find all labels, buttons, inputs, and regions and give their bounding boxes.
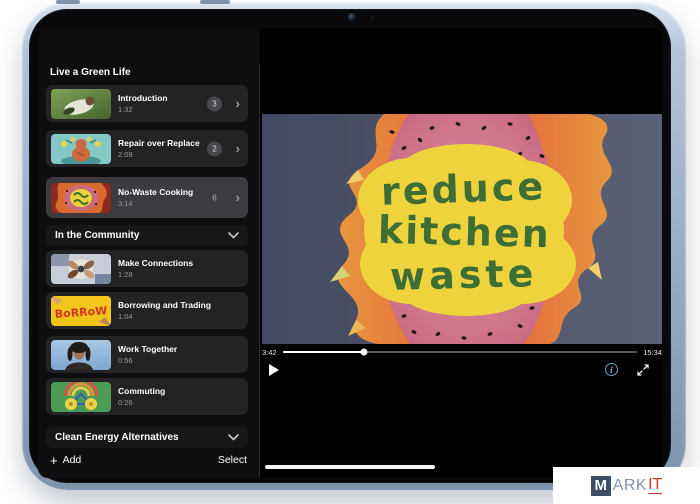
clip-duration: 0:56 [118, 356, 177, 365]
camera-sensor-dot [371, 16, 374, 19]
progress-fill [283, 351, 365, 353]
select-button[interactable]: Select [218, 454, 247, 466]
screen: 9:41 AM Tue Oct 18 100% Done [38, 28, 662, 478]
list-item-make-connections[interactable]: Make Connections 1:28 [46, 250, 248, 287]
clip-count-badge: 2 [207, 141, 222, 156]
chevron-down-icon[interactable] [228, 434, 239, 441]
clip-title: No-Waste Cooking [118, 187, 193, 197]
fullscreen-icon[interactable] [636, 363, 650, 377]
chevron-down-icon[interactable] [228, 232, 239, 239]
overlay-line-3: waste [389, 251, 537, 299]
front-camera [348, 13, 356, 21]
chevron-right-icon[interactable]: › [236, 141, 240, 154]
total-time: 15:34 [643, 348, 662, 357]
home-indicator[interactable] [265, 465, 435, 469]
reduce-kitchen-waste-artwork: reduce kitchen waste [262, 114, 662, 344]
thumbnail-borrow-lettering: BoRRoW [51, 296, 111, 326]
list-item-introduction[interactable]: Introduction 1:32 3 › [46, 85, 248, 122]
clip-duration: 1:28 [118, 270, 193, 279]
list-item-repair-over-replace[interactable]: Repair over Replace 2:09 2 › [46, 130, 248, 167]
clip-title: Make Connections [118, 258, 193, 268]
clip-title: Commuting [118, 386, 165, 396]
chevron-right-icon[interactable]: › [236, 190, 240, 203]
playhead-knob[interactable] [361, 349, 368, 356]
list-item-borrowing-and-trading[interactable]: BoRRoW Borrowing and Trading 1:04 [46, 292, 248, 329]
progress-bar[interactable] [283, 351, 638, 353]
thumbnail-vase-cartoon [51, 134, 111, 164]
chevron-right-icon[interactable]: › [236, 96, 240, 109]
add-clip-button[interactable]: + Add [50, 454, 81, 467]
thumbnail-person-on-grass [51, 89, 111, 119]
player-controls: i [262, 361, 662, 379]
overlay-line-2: kitchen [377, 208, 551, 257]
overlay-line-1: reduce [380, 164, 547, 214]
clip-title: Introduction [118, 93, 168, 103]
top-button [56, 0, 80, 4]
watermark-ark-text: ARK [613, 477, 647, 495]
current-time: 3:42 [262, 348, 277, 357]
clip-duration: 1:04 [118, 312, 211, 321]
clip-title: Work Together [118, 344, 177, 354]
clip-count-badge: 6 [207, 190, 222, 205]
clip-duration: 1:32 [118, 105, 168, 114]
clip-duration: 2:09 [118, 150, 200, 159]
section-title: In the Community [55, 230, 139, 241]
volume-buttons [200, 0, 230, 4]
thumbnail-reduce-kitchen-waste [51, 183, 111, 213]
play-icon[interactable] [269, 364, 279, 376]
plus-icon: + [50, 454, 58, 467]
sidebar-footer: + Add Select [38, 450, 259, 470]
list-item-no-waste-cooking[interactable]: No-Waste Cooking 3:14 6 › [46, 177, 248, 218]
screenshot-stage: 9:41 AM Tue Oct 18 100% Done [0, 0, 700, 504]
watermark-it-text: IT [648, 477, 662, 495]
thumbnail-person-sky [51, 340, 111, 370]
clip-title: Borrowing and Trading [118, 300, 211, 310]
add-label: Add [63, 454, 82, 466]
scrubber-row: 3:42 15:34 [262, 347, 662, 357]
list-item-work-together[interactable]: Work Together 0:56 [46, 336, 248, 373]
section-header-in-the-community[interactable]: In the Community [46, 225, 248, 246]
thumbnail-bicycle-rainbow [51, 382, 111, 412]
thumbnail-hands-together [51, 254, 111, 284]
info-icon[interactable]: i [605, 363, 618, 376]
list-item-commuting[interactable]: Commuting 0:26 [46, 378, 248, 415]
section-header-clean-energy-alternatives[interactable]: Clean Energy Alternatives [46, 427, 248, 448]
video-preview[interactable]: reduce kitchen waste [262, 114, 662, 344]
watermark-m-logo: M [591, 476, 611, 496]
project-title: Live a Green Life [50, 67, 131, 78]
clip-duration: 0:26 [118, 398, 165, 407]
markit-watermark: M ARK IT [553, 467, 700, 504]
clip-title: Repair over Replace [118, 138, 200, 148]
clip-count-badge: 3 [207, 96, 222, 111]
clip-duration: 3:14 [118, 199, 193, 208]
section-title: Clean Energy Alternatives [55, 432, 179, 443]
